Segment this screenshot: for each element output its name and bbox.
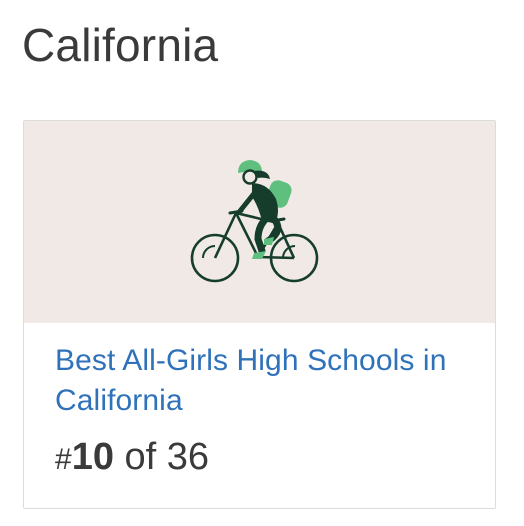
cyclist-with-backpack-icon <box>190 160 319 283</box>
card-body: Best All-Girls High Schools in Californi… <box>55 341 475 482</box>
ranking-card[interactable]: Best All-Girls High Schools in Californi… <box>23 120 496 509</box>
section-title: California <box>22 19 219 71</box>
rank-of-total: of 36 <box>113 436 210 478</box>
rank-text: #10 of 36 <box>55 435 475 482</box>
rank-hash: # <box>55 443 72 476</box>
rank-number: 10 <box>71 436 114 478</box>
ranking-title-link[interactable]: Best All-Girls High Schools in Californi… <box>55 341 475 421</box>
card-image <box>24 121 495 323</box>
